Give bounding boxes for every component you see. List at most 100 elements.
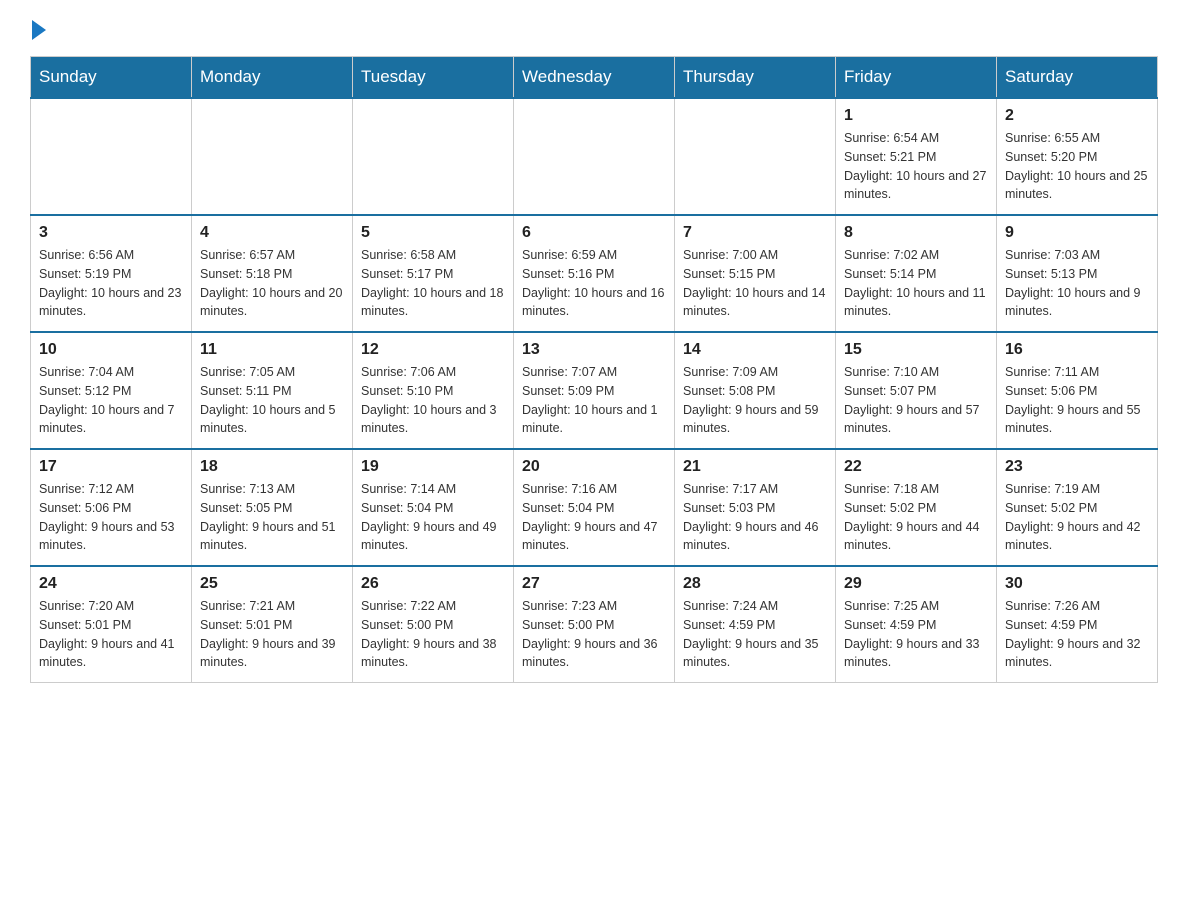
col-header-sunday: Sunday	[31, 57, 192, 99]
header	[30, 20, 1158, 36]
day-number: 21	[683, 458, 827, 476]
day-number: 9	[1005, 224, 1149, 242]
day-info: Sunrise: 7:11 AM Sunset: 5:06 PM Dayligh…	[1005, 363, 1149, 438]
calendar-cell: 3 Sunrise: 6:56 AM Sunset: 5:19 PM Daylig…	[31, 215, 192, 332]
day-number: 11	[200, 341, 344, 359]
day-number: 3	[39, 224, 183, 242]
calendar-cell: 16 Sunrise: 7:11 AM Sunset: 5:06 PM Dayli…	[997, 332, 1158, 449]
calendar-cell	[514, 98, 675, 215]
day-info: Sunrise: 7:06 AM Sunset: 5:10 PM Dayligh…	[361, 363, 505, 438]
day-number: 12	[361, 341, 505, 359]
day-info: Sunrise: 7:05 AM Sunset: 5:11 PM Dayligh…	[200, 363, 344, 438]
calendar-cell: 17 Sunrise: 7:12 AM Sunset: 5:06 PM Dayli…	[31, 449, 192, 566]
day-number: 26	[361, 575, 505, 593]
day-number: 22	[844, 458, 988, 476]
day-info: Sunrise: 7:17 AM Sunset: 5:03 PM Dayligh…	[683, 480, 827, 555]
calendar-cell: 29Sunrise: 7:25 AM Sunset: 4:59 PM Dayli…	[836, 566, 997, 683]
day-info: Sunrise: 6:54 AM Sunset: 5:21 PM Dayligh…	[844, 129, 988, 204]
col-header-wednesday: Wednesday	[514, 57, 675, 99]
week-row-1: 1 Sunrise: 6:54 AM Sunset: 5:21 PM Daylig…	[31, 98, 1158, 215]
calendar-cell	[675, 98, 836, 215]
logo-text	[30, 20, 48, 40]
calendar-cell	[192, 98, 353, 215]
calendar-cell: 8 Sunrise: 7:02 AM Sunset: 5:14 PM Daylig…	[836, 215, 997, 332]
calendar-cell: 9 Sunrise: 7:03 AM Sunset: 5:13 PM Daylig…	[997, 215, 1158, 332]
day-number: 20	[522, 458, 666, 476]
day-number: 25	[200, 575, 344, 593]
day-info: Sunrise: 7:02 AM Sunset: 5:14 PM Dayligh…	[844, 246, 988, 321]
day-info: Sunrise: 6:57 AM Sunset: 5:18 PM Dayligh…	[200, 246, 344, 321]
day-number: 7	[683, 224, 827, 242]
calendar-cell	[353, 98, 514, 215]
col-header-thursday: Thursday	[675, 57, 836, 99]
calendar-cell: 23 Sunrise: 7:19 AM Sunset: 5:02 PM Dayli…	[997, 449, 1158, 566]
day-info: Sunrise: 7:09 AM Sunset: 5:08 PM Dayligh…	[683, 363, 827, 438]
col-header-saturday: Saturday	[997, 57, 1158, 99]
day-info: Sunrise: 7:10 AM Sunset: 5:07 PM Dayligh…	[844, 363, 988, 438]
calendar-cell: 27 Sunrise: 7:23 AM Sunset: 5:00 PM Dayli…	[514, 566, 675, 683]
day-info: Sunrise: 7:18 AM Sunset: 5:02 PM Dayligh…	[844, 480, 988, 555]
calendar-cell: 26 Sunrise: 7:22 AM Sunset: 5:00 PM Dayli…	[353, 566, 514, 683]
col-header-friday: Friday	[836, 57, 997, 99]
day-number: 10	[39, 341, 183, 359]
day-info: Sunrise: 7:04 AM Sunset: 5:12 PM Dayligh…	[39, 363, 183, 438]
day-number: 27	[522, 575, 666, 593]
calendar-cell: 2Sunrise: 6:55 AM Sunset: 5:20 PM Daylig…	[997, 98, 1158, 215]
day-number: 2	[1005, 107, 1149, 125]
logo-arrow-icon	[32, 20, 46, 40]
day-info: Sunrise: 7:14 AM Sunset: 5:04 PM Dayligh…	[361, 480, 505, 555]
week-row-2: 3 Sunrise: 6:56 AM Sunset: 5:19 PM Daylig…	[31, 215, 1158, 332]
day-info: Sunrise: 7:03 AM Sunset: 5:13 PM Dayligh…	[1005, 246, 1149, 321]
day-number: 14	[683, 341, 827, 359]
day-number: 5	[361, 224, 505, 242]
day-number: 1	[844, 107, 988, 125]
day-info: Sunrise: 7:23 AM Sunset: 5:00 PM Dayligh…	[522, 597, 666, 672]
calendar-cell: 10 Sunrise: 7:04 AM Sunset: 5:12 PM Dayli…	[31, 332, 192, 449]
week-row-4: 17 Sunrise: 7:12 AM Sunset: 5:06 PM Dayli…	[31, 449, 1158, 566]
day-number: 18	[200, 458, 344, 476]
calendar-cell: 15 Sunrise: 7:10 AM Sunset: 5:07 PM Dayli…	[836, 332, 997, 449]
col-header-tuesday: Tuesday	[353, 57, 514, 99]
calendar-cell: 18 Sunrise: 7:13 AM Sunset: 5:05 PM Dayli…	[192, 449, 353, 566]
week-row-3: 10 Sunrise: 7:04 AM Sunset: 5:12 PM Dayli…	[31, 332, 1158, 449]
day-number: 29	[844, 575, 988, 593]
day-number: 15	[844, 341, 988, 359]
day-number: 30	[1005, 575, 1149, 593]
calendar-cell: 21 Sunrise: 7:17 AM Sunset: 5:03 PM Dayli…	[675, 449, 836, 566]
calendar-cell: 28 Sunrise: 7:24 AM Sunset: 4:59 PM Dayli…	[675, 566, 836, 683]
calendar-cell: 1 Sunrise: 6:54 AM Sunset: 5:21 PM Daylig…	[836, 98, 997, 215]
day-info: Sunrise: 6:56 AM Sunset: 5:19 PM Dayligh…	[39, 246, 183, 321]
calendar-cell: 19 Sunrise: 7:14 AM Sunset: 5:04 PM Dayli…	[353, 449, 514, 566]
day-number: 19	[361, 458, 505, 476]
day-number: 28	[683, 575, 827, 593]
calendar-cell: 11 Sunrise: 7:05 AM Sunset: 5:11 PM Dayli…	[192, 332, 353, 449]
day-number: 16	[1005, 341, 1149, 359]
day-info: Sunrise: 7:26 AM Sunset: 4:59 PM Dayligh…	[1005, 597, 1149, 672]
calendar-cell: 20 Sunrise: 7:16 AM Sunset: 5:04 PM Dayli…	[514, 449, 675, 566]
day-number: 8	[844, 224, 988, 242]
day-info: Sunrise: 6:58 AM Sunset: 5:17 PM Dayligh…	[361, 246, 505, 321]
day-info: Sunrise: 7:19 AM Sunset: 5:02 PM Dayligh…	[1005, 480, 1149, 555]
day-number: 6	[522, 224, 666, 242]
day-number: 17	[39, 458, 183, 476]
day-info: Sunrise: 7:20 AM Sunset: 5:01 PM Dayligh…	[39, 597, 183, 672]
calendar-cell: 13Sunrise: 7:07 AM Sunset: 5:09 PM Dayli…	[514, 332, 675, 449]
calendar-cell: 5 Sunrise: 6:58 AM Sunset: 5:17 PM Daylig…	[353, 215, 514, 332]
day-info: Sunrise: 7:16 AM Sunset: 5:04 PM Dayligh…	[522, 480, 666, 555]
logo	[30, 20, 48, 36]
day-number: 4	[200, 224, 344, 242]
day-info: Sunrise: 7:00 AM Sunset: 5:15 PM Dayligh…	[683, 246, 827, 321]
calendar-header-row: SundayMondayTuesdayWednesdayThursdayFrid…	[31, 57, 1158, 99]
day-number: 23	[1005, 458, 1149, 476]
day-info: Sunrise: 7:24 AM Sunset: 4:59 PM Dayligh…	[683, 597, 827, 672]
calendar-cell: 4 Sunrise: 6:57 AM Sunset: 5:18 PM Daylig…	[192, 215, 353, 332]
col-header-monday: Monday	[192, 57, 353, 99]
day-info: Sunrise: 7:13 AM Sunset: 5:05 PM Dayligh…	[200, 480, 344, 555]
calendar-cell: 25Sunrise: 7:21 AM Sunset: 5:01 PM Dayli…	[192, 566, 353, 683]
calendar-cell: 22 Sunrise: 7:18 AM Sunset: 5:02 PM Dayli…	[836, 449, 997, 566]
day-info: Sunrise: 7:22 AM Sunset: 5:00 PM Dayligh…	[361, 597, 505, 672]
calendar-table: SundayMondayTuesdayWednesdayThursdayFrid…	[30, 56, 1158, 683]
day-info: Sunrise: 7:07 AM Sunset: 5:09 PM Dayligh…	[522, 363, 666, 438]
calendar-cell: 7 Sunrise: 7:00 AM Sunset: 5:15 PM Daylig…	[675, 215, 836, 332]
day-info: Sunrise: 7:12 AM Sunset: 5:06 PM Dayligh…	[39, 480, 183, 555]
